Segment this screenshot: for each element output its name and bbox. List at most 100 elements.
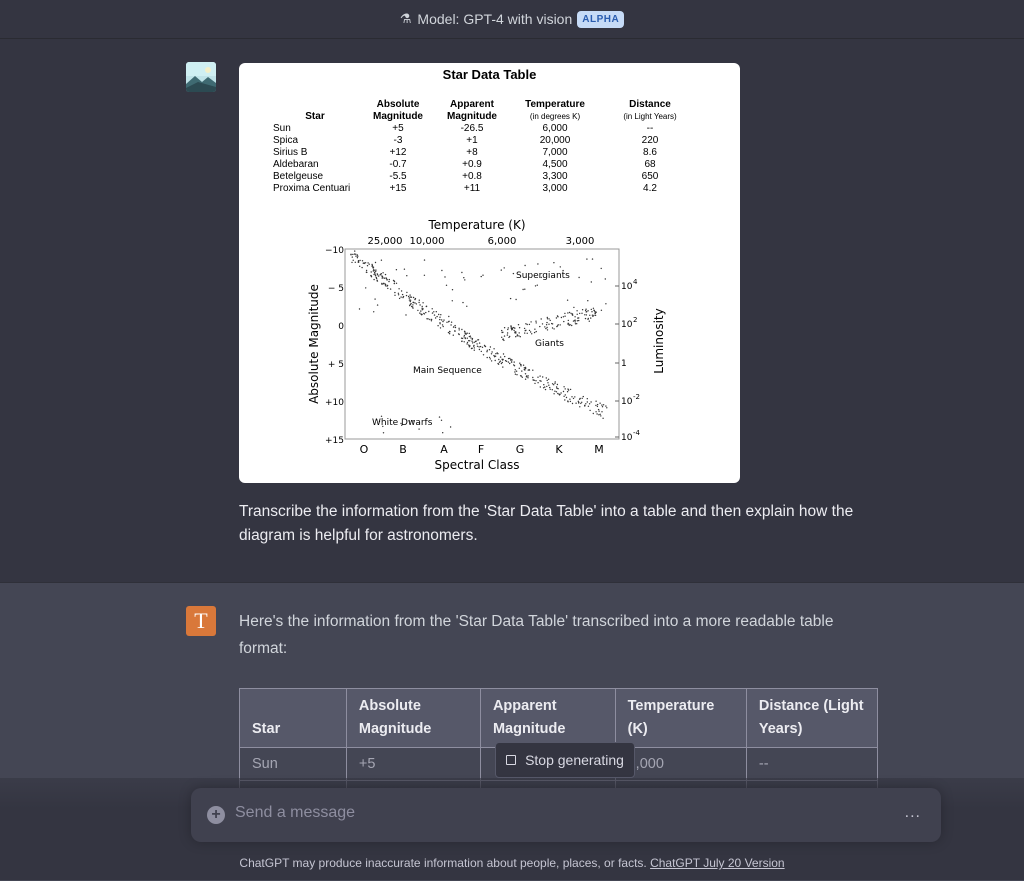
supergiant-star: [537, 263, 539, 265]
more-dots-icon[interactable]: ...: [905, 804, 921, 822]
main-sequence-star: [351, 261, 353, 264]
supergiant-star: [461, 271, 463, 274]
main-sequence-star: [524, 369, 526, 371]
main-sequence-star: [380, 273, 382, 275]
main-sequence-star: [401, 293, 404, 296]
star-data-figure[interactable]: Star Data Table Star Absolute Magnitude A…: [239, 63, 740, 483]
main-sequence-star: [370, 271, 372, 273]
main-sequence-star: [384, 273, 387, 276]
supergiant-star: [463, 277, 465, 279]
giant-star: [584, 309, 587, 312]
right-tick-label: 10: [621, 282, 633, 292]
main-sequence-star: [375, 270, 377, 273]
main-sequence-star: [496, 352, 498, 354]
supergiant-star: [403, 268, 406, 270]
main-sequence-star: [504, 360, 507, 362]
supergiant-star: [358, 308, 361, 310]
main-sequence-star: [493, 354, 495, 357]
main-sequence-star: [479, 345, 482, 348]
version-link[interactable]: ChatGPT July 20 Version: [650, 856, 785, 870]
supergiant-star: [366, 271, 368, 274]
main-sequence-star: [384, 285, 387, 287]
main-sequence-star: [464, 337, 466, 340]
main-sequence-star: [466, 343, 468, 345]
main-sequence-star: [357, 255, 359, 257]
main-sequence-star: [409, 299, 412, 301]
main-sequence-star: [499, 356, 502, 358]
giant-star: [546, 329, 549, 331]
alpha-badge: ALPHA: [577, 10, 625, 28]
main-sequence-star: [421, 307, 423, 309]
giant-star: [591, 311, 593, 313]
main-sequence-star: [566, 391, 569, 393]
left-tick-label: + 5: [328, 360, 344, 370]
main-sequence-star: [412, 296, 415, 299]
main-sequence-star: [598, 410, 600, 412]
giant-star: [560, 316, 563, 319]
main-sequence-star: [551, 383, 554, 385]
message-input[interactable]: Send a message: [235, 804, 355, 822]
supergiant-star: [522, 288, 524, 291]
main-sequence-star: [429, 318, 431, 321]
main-sequence-star: [353, 253, 356, 255]
giant-star: [551, 322, 553, 325]
table-header: Absolute Magnitude: [345, 688, 481, 748]
supergiant-star: [503, 267, 505, 269]
main-sequence-star: [367, 262, 369, 264]
main-sequence-star: [553, 393, 555, 395]
main-sequence-star: [397, 294, 400, 296]
main-sequence-star: [356, 254, 358, 256]
main-sequence-star: [525, 376, 528, 378]
main-sequence-star: [365, 269, 368, 272]
giant-star: [564, 315, 566, 317]
message-composer[interactable]: + Send a message ...: [191, 788, 941, 842]
main-sequence-star: [357, 261, 359, 263]
main-sequence-star: [398, 297, 401, 300]
giant-star: [518, 327, 521, 329]
supergiant-star: [464, 279, 466, 281]
main-sequence-star: [558, 393, 560, 395]
right-tick-label: 1: [621, 359, 627, 369]
giant-star: [535, 322, 537, 324]
main-sequence-star: [605, 405, 607, 407]
right-tick-label: 10: [621, 433, 633, 443]
stop-generating-button[interactable]: Stop generating: [495, 742, 635, 778]
main-sequence-star: [542, 387, 545, 389]
giant-star: [571, 324, 573, 327]
supergiant-star: [444, 276, 446, 278]
main-sequence-star: [535, 380, 537, 382]
giant-star: [528, 323, 531, 326]
main-sequence-star: [486, 349, 488, 351]
main-sequence-star: [439, 327, 442, 329]
white-dwarf-star: [438, 416, 441, 418]
main-sequence-star: [596, 405, 599, 408]
giant-star: [523, 327, 526, 330]
main-sequence-star: [373, 278, 375, 281]
left-tick-label: +15: [325, 436, 344, 446]
giant-star: [506, 334, 509, 336]
main-sequence-star: [489, 346, 492, 348]
giant-star: [535, 330, 537, 333]
giant-star: [514, 331, 516, 333]
giant-star: [584, 317, 587, 320]
supergiant-star: [586, 258, 588, 260]
main-sequence-star: [602, 404, 605, 406]
main-sequence-star: [510, 361, 513, 363]
supergiant-star: [423, 259, 426, 261]
supergiant-star: [578, 276, 580, 279]
bottom-tick-label: B: [399, 443, 407, 456]
giant-star: [576, 323, 578, 325]
white-dwarf-star: [442, 432, 444, 434]
plus-icon[interactable]: +: [207, 806, 225, 824]
main-sequence-star: [425, 311, 427, 314]
giant-star: [587, 310, 589, 312]
giant-star: [539, 325, 541, 328]
model-label[interactable]: Model: GPT-4 with vision: [417, 11, 572, 27]
main-sequence-star: [596, 413, 598, 415]
supergiant-star: [387, 287, 389, 290]
right-tick-label: 10: [621, 397, 633, 407]
table-header: Temperature (K): [614, 688, 747, 748]
main-sequence-star: [547, 382, 549, 384]
main-sequence-star: [438, 313, 440, 316]
main-sequence-star: [580, 402, 582, 405]
